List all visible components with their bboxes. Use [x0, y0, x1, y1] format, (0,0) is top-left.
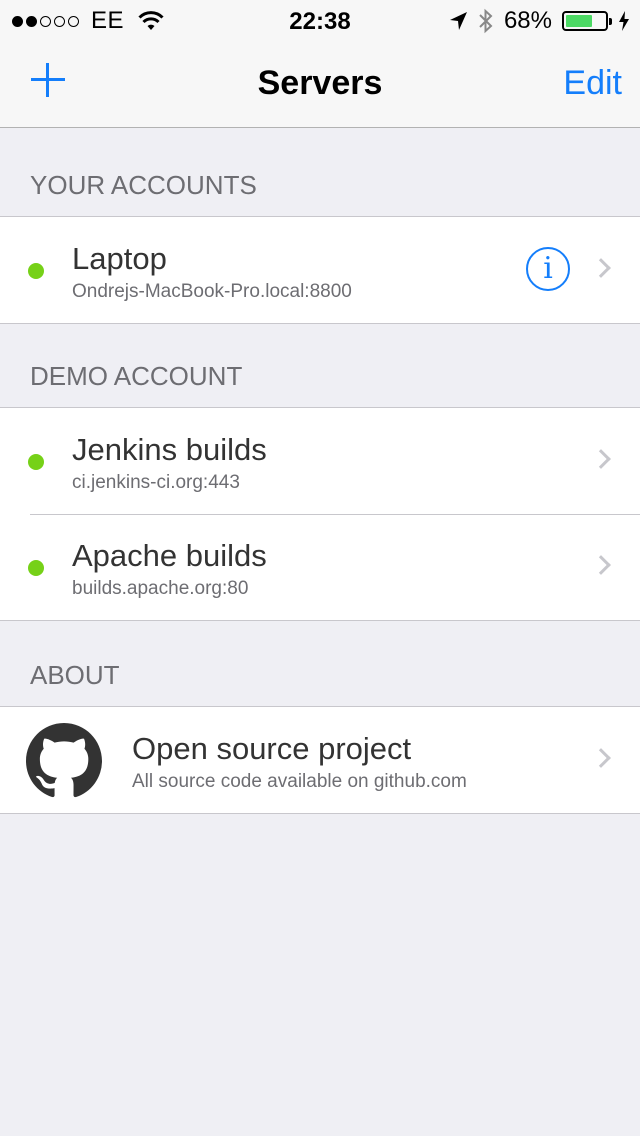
- demo-group: Jenkins builds ci.jenkins-ci.org:443 Apa…: [0, 407, 640, 621]
- list-item-laptop[interactable]: Laptop Ondrejs-MacBook-Pro.local:8800 i: [0, 217, 640, 323]
- server-address: Ondrejs-MacBook-Pro.local:8800: [72, 281, 352, 302]
- server-title: Jenkins builds: [72, 432, 267, 467]
- chevron-right-icon: [591, 258, 611, 278]
- list-item-open-source[interactable]: Open source project All source code avai…: [0, 707, 640, 813]
- about-subtitle: All source code available on github.com: [132, 771, 467, 792]
- section-header-about: ABOUT: [30, 660, 120, 690]
- about-title: Open source project: [132, 731, 412, 766]
- status-bar: EE 22:38 68%: [0, 0, 640, 40]
- chevron-right-icon: [591, 555, 611, 575]
- section-header-accounts: YOUR ACCOUNTS: [30, 170, 257, 200]
- battery-icon: [562, 11, 612, 31]
- page-title: Servers: [257, 64, 383, 102]
- server-address: ci.jenkins-ci.org:443: [72, 472, 240, 493]
- status-bar-right: 68%: [448, 7, 630, 34]
- info-icon[interactable]: i: [526, 247, 570, 291]
- battery-percent: 68%: [503, 7, 552, 34]
- location-arrow-icon: [449, 12, 467, 30]
- section-header-demo: DEMO ACCOUNT: [30, 361, 243, 391]
- edit-button[interactable]: Edit: [563, 64, 622, 103]
- server-title: Laptop: [72, 241, 167, 276]
- charging-bolt-icon: [619, 11, 629, 31]
- list-item-apache[interactable]: Apache builds builds.apache.org:80: [0, 514, 640, 620]
- server-address: builds.apache.org:80: [72, 578, 249, 599]
- status-dot: [28, 454, 44, 470]
- status-dot: [28, 263, 44, 279]
- navigation-bar: Servers Edit: [0, 40, 640, 128]
- server-title: Apache builds: [72, 538, 267, 573]
- chevron-right-icon: [591, 748, 611, 768]
- github-icon: [26, 723, 102, 798]
- list-item-jenkins[interactable]: Jenkins builds ci.jenkins-ci.org:443: [0, 408, 640, 514]
- status-dot: [28, 560, 44, 576]
- accounts-group: Laptop Ondrejs-MacBook-Pro.local:8800 i: [0, 216, 640, 324]
- about-group: Open source project All source code avai…: [0, 706, 640, 814]
- battery-fill: [566, 15, 592, 27]
- chevron-right-icon: [591, 449, 611, 469]
- bluetooth-icon: [479, 8, 493, 34]
